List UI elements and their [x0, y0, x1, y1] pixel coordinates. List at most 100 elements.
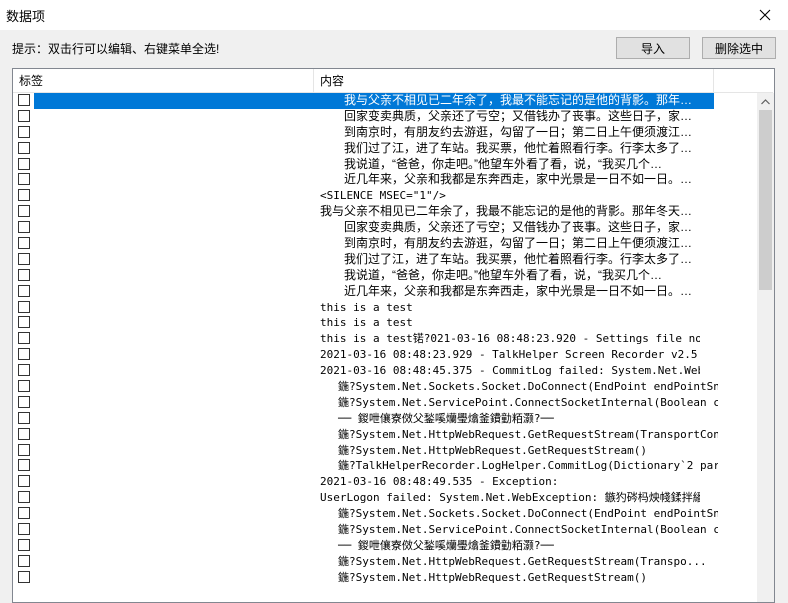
row-checkbox[interactable]	[18, 189, 30, 202]
row-content: 我说道，“爸爸，你走吧。”他望车外看了看，说，“我买几个…	[344, 267, 662, 282]
table-row[interactable]: this is a test锘?021-03-16 08:48:23.920 -…	[13, 331, 758, 347]
row-content: 近几年来，父亲和我都是东奔西走，家中光景是一日不如一日。…	[344, 283, 693, 298]
row-checkbox[interactable]	[18, 380, 30, 393]
row-content: 我们过了江，进了车站。我买票，他忙着照看行李。行李太多了…	[344, 140, 693, 155]
row-checkbox[interactable]	[18, 173, 30, 186]
row-content: this is a test	[320, 316, 413, 330]
row-content: 鍦?System.Net.HttpWebRequest.GetRequestSt…	[338, 427, 718, 441]
row-checkbox[interactable]	[18, 395, 30, 408]
vertical-scrollbar[interactable]	[757, 93, 774, 602]
table-row[interactable]: 鍦?System.Net.HttpWebRequest.GetRequestSt…	[13, 570, 758, 586]
table-row[interactable]: 鍦?TalkHelperRecorder.LogHelper.CommitLog…	[13, 458, 758, 474]
table-row[interactable]: 鍦?System.Net.ServicePoint.ConnectSocketI…	[13, 395, 758, 411]
row-checkbox[interactable]	[18, 284, 30, 297]
row-checkbox[interactable]	[18, 427, 30, 440]
row-checkbox[interactable]	[18, 221, 30, 234]
row-checkbox[interactable]	[18, 332, 30, 345]
row-checkbox[interactable]	[18, 300, 30, 313]
row-checkbox[interactable]	[18, 570, 30, 583]
import-button[interactable]: 导入	[616, 37, 690, 59]
table-row[interactable]: 我说道，“爸爸，你走吧。”他望车外看了看，说，“我买几个…	[13, 157, 758, 173]
row-content: 鍦?System.Net.ServicePoint.ConnectSocketI…	[338, 523, 718, 537]
row-content: 我说道，“爸爸，你走吧。”他望车外看了看，说，“我买几个…	[344, 156, 662, 171]
row-content: 2021-03-16 08:48:23.929 - TalkHelper Scr…	[320, 348, 700, 362]
table-row[interactable]: 鍦?System.Net.ServicePoint.ConnectSocketI…	[13, 522, 758, 538]
table-row[interactable]: 我们过了江，进了车站。我买票，他忙着照看行李。行李太多了…	[13, 252, 758, 268]
row-checkbox[interactable]	[18, 109, 30, 122]
table-row[interactable]: 2021-03-16 08:48:23.929 - TalkHelper Scr…	[13, 347, 758, 363]
table-row[interactable]: ── 鍐呭儴寮傚父鍫嗘爤璺熻釜鐨勭粨灏?──	[13, 411, 758, 427]
row-checkbox[interactable]	[18, 411, 30, 424]
row-checkbox[interactable]	[18, 507, 30, 520]
table-row[interactable]: 近几年来，父亲和我都是东奔西走，家中光景是一日不如一日。…	[13, 284, 758, 300]
scroll-up-button[interactable]	[757, 93, 774, 110]
table-row[interactable]: 我们过了江，进了车站。我买票，他忙着照看行李。行李太多了…	[13, 141, 758, 157]
row-checkbox[interactable]	[18, 205, 30, 218]
row-checkbox[interactable]	[18, 554, 30, 567]
table-row[interactable]: 到南京时，有朋友约去游逛，勾留了一日；第二日上午便须渡江…	[13, 236, 758, 252]
table-row[interactable]: 近几年来，父亲和我都是东奔西走，家中光景是一日不如一日。…	[13, 172, 758, 188]
row-checkbox[interactable]	[18, 348, 30, 361]
window-title: 数据项	[6, 9, 46, 24]
row-content: 鍦?System.Net.Sockets.Socket.DoConnect(En…	[338, 507, 718, 521]
row-content: ── 鍐呭儴寮傚父鍫嗘爤璺熻釜鐨勭粨灏?──	[338, 538, 554, 552]
row-content: 近几年来，父亲和我都是东奔西走，家中光景是一日不如一日。…	[344, 172, 693, 187]
row-checkbox[interactable]	[18, 443, 30, 456]
row-content: 回家变卖典质，父亲还了亏空；又借钱办了丧事。这些日子，家…	[344, 220, 693, 235]
table-row[interactable]: this is a test	[13, 315, 758, 331]
row-checkbox[interactable]	[18, 141, 30, 154]
table-row[interactable]: this is a test	[13, 300, 758, 316]
row-checkbox[interactable]	[18, 475, 30, 488]
row-content: 鍦?System.Net.HttpWebRequest.GetRequestSt…	[338, 570, 648, 584]
table-row[interactable]: 我与父亲不相见已二年余了，我最不能忘记的是他的背影。那年…	[13, 93, 758, 109]
row-checkbox[interactable]	[18, 491, 30, 504]
row-checkbox[interactable]	[18, 94, 30, 106]
close-button[interactable]	[742, 0, 788, 30]
data-list[interactable]: 标签 内容 我与父亲不相见已二年余了，我最不能忘记的是他的背影。那年… 回家变卖典…	[12, 68, 775, 603]
table-row[interactable]: 鍦?System.Net.HttpWebRequest.GetRequestSt…	[13, 427, 758, 443]
column-header-content[interactable]: 内容	[314, 69, 714, 93]
row-content: 鍦?TalkHelperRecorder.LogHelper.CommitLog…	[338, 459, 718, 473]
delete-selected-button[interactable]: 删除选中	[702, 37, 776, 59]
row-checkbox[interactable]	[18, 364, 30, 377]
hint-text: 提示：双击行可以编辑、右键菜单全选!	[12, 42, 220, 56]
row-checkbox[interactable]	[18, 237, 30, 250]
table-row[interactable]: 鍦?System.Net.HttpWebRequest.GetRequestSt…	[13, 443, 758, 459]
table-row[interactable]: ── 鍐呭儴寮傚父鍫嗘爤璺熻釜鐨勭粨灏?──	[13, 538, 758, 554]
table-row[interactable]: 我与父亲不相见已二年余了，我最不能忘记的是他的背影。那年冬天…	[13, 204, 758, 220]
row-checkbox[interactable]	[18, 157, 30, 170]
table-row[interactable]: <SILENCE MSEC="1"/>	[13, 188, 758, 204]
row-checkbox[interactable]	[18, 125, 30, 138]
table-row[interactable]: 鍦?System.Net.Sockets.Socket.DoConnect(En…	[13, 506, 758, 522]
table-row[interactable]: UserLogon failed: System.Net.WebExceptio…	[13, 490, 758, 506]
row-content: ── 鍐呭儴寮傚父鍫嗘爤璺熻釜鐨勭粨灏?──	[338, 411, 554, 425]
row-content: 2021-03-16 08:48:45.375 - CommitLog fail…	[320, 364, 700, 378]
row-checkbox[interactable]	[18, 538, 30, 551]
table-row[interactable]: 到南京时，有朋友约去游逛，勾留了一日；第二日上午便须渡江…	[13, 125, 758, 141]
row-content: 鍦?System.Net.HttpWebRequest.GetRequestSt…	[338, 443, 648, 457]
row-checkbox[interactable]	[18, 523, 30, 536]
row-checkbox[interactable]	[18, 268, 30, 281]
row-content: 鍦?System.Net.Sockets.Socket.DoConnect(En…	[338, 380, 718, 394]
chevron-up-icon	[761, 98, 770, 104]
table-row[interactable]: 鍦?System.Net.HttpWebRequest.GetRequestSt…	[13, 554, 758, 570]
row-checkbox[interactable]	[18, 459, 30, 472]
row-content: 2021-03-16 08:48:49.535 - Exception:	[320, 475, 559, 489]
row-content: 鍦?System.Net.ServicePoint.ConnectSocketI…	[338, 395, 718, 409]
scroll-thumb[interactable]	[759, 110, 772, 290]
column-header-filler	[714, 69, 773, 93]
row-content: 到南京时，有朋友约去游逛，勾留了一日；第二日上午便须渡江…	[344, 124, 693, 139]
title-bar: 数据项	[0, 0, 788, 30]
table-row[interactable]: 2021-03-16 08:48:45.375 - CommitLog fail…	[13, 363, 758, 379]
table-row[interactable]: 回家变卖典质，父亲还了亏空；又借钱办了丧事。这些日子，家…	[13, 220, 758, 236]
table-row[interactable]: 2021-03-16 08:48:49.535 - Exception:	[13, 474, 758, 490]
row-content: 我们过了江，进了车站。我买票，他忙着照看行李。行李太多了…	[344, 251, 693, 266]
row-content: 鍦?System.Net.HttpWebRequest.GetRequestSt…	[338, 554, 707, 568]
dialog-body: 提示：双击行可以编辑、右键菜单全选! 导入 删除选中 标签 内容 我与父亲不相见…	[0, 30, 788, 603]
row-checkbox[interactable]	[18, 316, 30, 329]
row-checkbox[interactable]	[18, 252, 30, 265]
table-row[interactable]: 鍦?System.Net.Sockets.Socket.DoConnect(En…	[13, 379, 758, 395]
column-header-tag[interactable]: 标签	[13, 69, 314, 93]
table-row[interactable]: 回家变卖典质，父亲还了亏空；又借钱办了丧事。这些日子，家…	[13, 109, 758, 125]
table-row[interactable]: 我说道，“爸爸，你走吧。”他望车外看了看，说，“我买几个…	[13, 268, 758, 284]
